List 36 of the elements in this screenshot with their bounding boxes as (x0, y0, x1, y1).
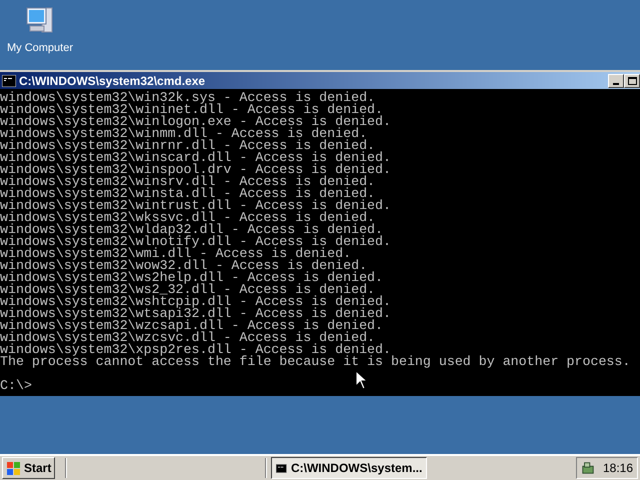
console-line: windows\system32\win32k.sys - Access is denied. (0, 92, 376, 104)
windows-logo-icon (6, 460, 22, 476)
console-line: windows\system32\wzcsvc.dll - Access is denied. (0, 332, 376, 344)
mouse-pointer-icon (355, 370, 368, 390)
console-line: windows\system32\wow32.dll - Access is denied. (0, 260, 368, 272)
console-line: windows\system32\winlogon.exe - Access is denied. (0, 116, 391, 128)
console-icon (276, 462, 287, 474)
minimize-button[interactable] (608, 74, 624, 88)
console-line: windows\system32\wlnotify.dll - Access is denied. (0, 236, 391, 248)
console-line: windows\system32\winsta.dll - Access is denied. (0, 188, 376, 200)
console-line: windows\system32\wshtcpip.dll - Access is denied. (0, 296, 391, 308)
console-line: windows\system32\xpsp2res.dll - Access is denied. (0, 344, 391, 356)
console-line: windows\system32\winscard.dll - Access is denied. (0, 152, 391, 164)
console-line: The process cannot access the file because it is being used by another process. (0, 356, 630, 368)
console-icon (2, 74, 16, 86)
console-line: windows\system32\wintrust.dll - Access is denied. (0, 200, 391, 212)
console-line: windows\system32\wzcsapi.dll - Access is denied. (0, 320, 384, 332)
console-line: windows\system32\wininet.dll - Access is denied. (0, 104, 384, 116)
console-line: windows\system32\winsrv.dll - Access is denied. (0, 176, 376, 188)
icon-label[interactable]: My Computer (6, 40, 74, 56)
console-line: windows\system32\ws2_32.dll - Access is denied. (0, 284, 376, 296)
console-line: windows\system32\wkssvc.dll - Access is denied. (0, 212, 376, 224)
taskbar-button[interactable]: C:\WINDOWS\system... (271, 457, 428, 479)
console-line: windows\system32\wmi.dll - Access is denied. (0, 248, 352, 260)
command-prompt[interactable]: C:\> (0, 380, 32, 392)
window-title: C:\WINDOWS\system32\cmd.exe (19, 72, 206, 90)
console-line: windows\system32\winspool.drv - Access is denied. (0, 164, 391, 176)
console-line: windows\system32\wldap32.dll - Access is denied. (0, 224, 384, 236)
console-line: windows\system32\wtsapi32.dll - Access is denied. (0, 308, 391, 320)
clock: 18:16 (602, 460, 633, 477)
network-icon (581, 460, 595, 476)
start-button[interactable]: Start (2, 457, 56, 479)
console-line: windows\system32\ws2help.dll - Access is denied. (0, 272, 384, 284)
maximize-button[interactable] (624, 74, 640, 88)
console-line: windows\system32\winmm.dll - Access is denied. (0, 128, 368, 140)
console-line: windows\system32\winrnr.dll - Access is denied. (0, 140, 376, 152)
